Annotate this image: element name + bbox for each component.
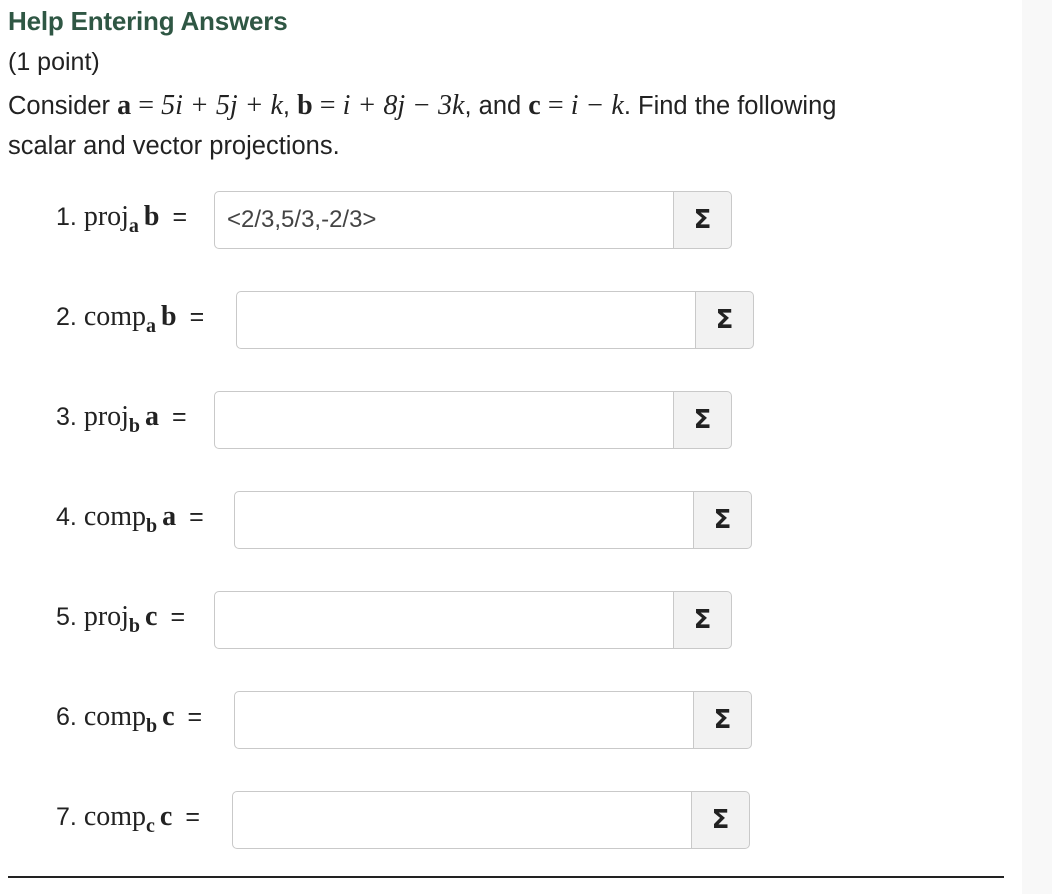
function-name: proj [83,201,129,232]
function-name: proj [83,401,129,432]
sigma-icon: Σ [693,605,712,635]
points-label: (1 point) [8,48,100,76]
function-name: comp [83,301,147,332]
subscript-vector: b [146,715,158,737]
equation-editor-button-5[interactable]: Σ [674,591,732,649]
question-number: 3. [56,403,77,431]
target-vector: c [162,701,175,732]
comma: , [282,92,291,120]
function-name: proj [83,601,129,632]
equals-sign: = [187,703,203,731]
problem-line-2: scalar and vector projections. [8,132,340,160]
subscript-vector: b [128,615,141,637]
question-number: 2. [56,303,77,331]
equals-sign: = [547,90,564,121]
question-number: 1. [56,203,77,231]
question-label-3: 3. projb a = [56,401,187,437]
answer-input-5[interactable] [214,591,674,649]
section-divider [8,876,1004,878]
question-label-4: 4. compb a = [56,501,204,537]
vector-a-expression: 5i + 5j + k [161,90,283,121]
subscript-vector: c [146,815,155,837]
problem-statement: Consider a = 5i + 5j + k, b = i + 8j − 3… [8,86,1008,166]
equation-editor-button-1[interactable]: Σ [674,191,732,249]
question-label-5: 5. projb c = [56,601,186,637]
equation-editor-button-2[interactable]: Σ [696,291,754,349]
equals-sign: = [170,603,186,631]
period: . [623,92,631,120]
subscript-vector: a [128,215,139,237]
sigma-icon: Σ [693,405,712,435]
target-vector: a [145,401,160,432]
answer-input-3[interactable] [214,391,674,449]
sigma-icon: Σ [693,205,712,235]
answer-input-6[interactable] [234,691,694,749]
target-vector: c [159,801,173,832]
answer-input-1[interactable] [214,191,674,249]
subscript-vector: a [146,315,157,337]
vector-c-symbol: c [528,90,541,121]
target-vector: b [143,201,160,232]
comma: , [464,92,472,120]
question-label-7: 7. compc c = [56,801,200,837]
question-label-6: 6. compb c = [56,701,203,737]
question-number: 5. [56,603,77,631]
equals-sign: = [172,403,187,431]
vector-b-symbol: b [297,90,313,121]
equation-editor-button-4[interactable]: Σ [694,491,752,549]
equals-sign: = [189,303,205,331]
question-number: 4. [56,503,77,531]
sigma-icon: Σ [713,705,732,735]
help-entering-answers-link[interactable]: Help Entering Answers [8,6,288,37]
question-label-2: 2. compa b = [56,301,205,337]
problem-line-1: Consider a = 5i + 5j + k, b = i + 8j − 3… [8,86,1008,126]
subscript-vector: b [128,415,141,437]
function-name: comp [83,701,147,732]
equation-editor-button-3[interactable]: Σ [674,391,732,449]
consider-text: Consider [8,92,111,120]
question-number: 7. [56,803,77,831]
instruction-text: Find the following [638,92,837,120]
equals-sign: = [138,90,155,121]
sigma-icon: Σ [711,805,730,835]
equation-editor-button-7[interactable]: Σ [692,791,750,849]
equals-sign: = [185,803,200,831]
subscript-vector: b [146,515,158,537]
target-vector: c [145,601,158,632]
page-edge [1022,0,1052,894]
function-name: comp [83,501,147,532]
equals-sign: = [172,203,188,231]
answer-input-2[interactable] [236,291,696,349]
function-name: comp [83,801,147,832]
answer-input-7[interactable] [232,791,692,849]
equals-sign: = [319,90,336,121]
question-label-1: 1. proja b = [56,201,188,237]
vector-b-expression: i + 8j − 3k [342,90,465,121]
target-vector: b [161,301,177,332]
sigma-icon: Σ [713,505,732,535]
answer-input-4[interactable] [234,491,694,549]
equals-sign: = [189,503,204,531]
question-number: 6. [56,703,77,731]
equation-editor-button-6[interactable]: Σ [694,691,752,749]
vector-c-expression: i − k [570,90,624,121]
target-vector: a [162,501,177,532]
vector-a-symbol: a [117,90,132,121]
and-text: and [478,92,522,120]
sigma-icon: Σ [715,305,734,335]
